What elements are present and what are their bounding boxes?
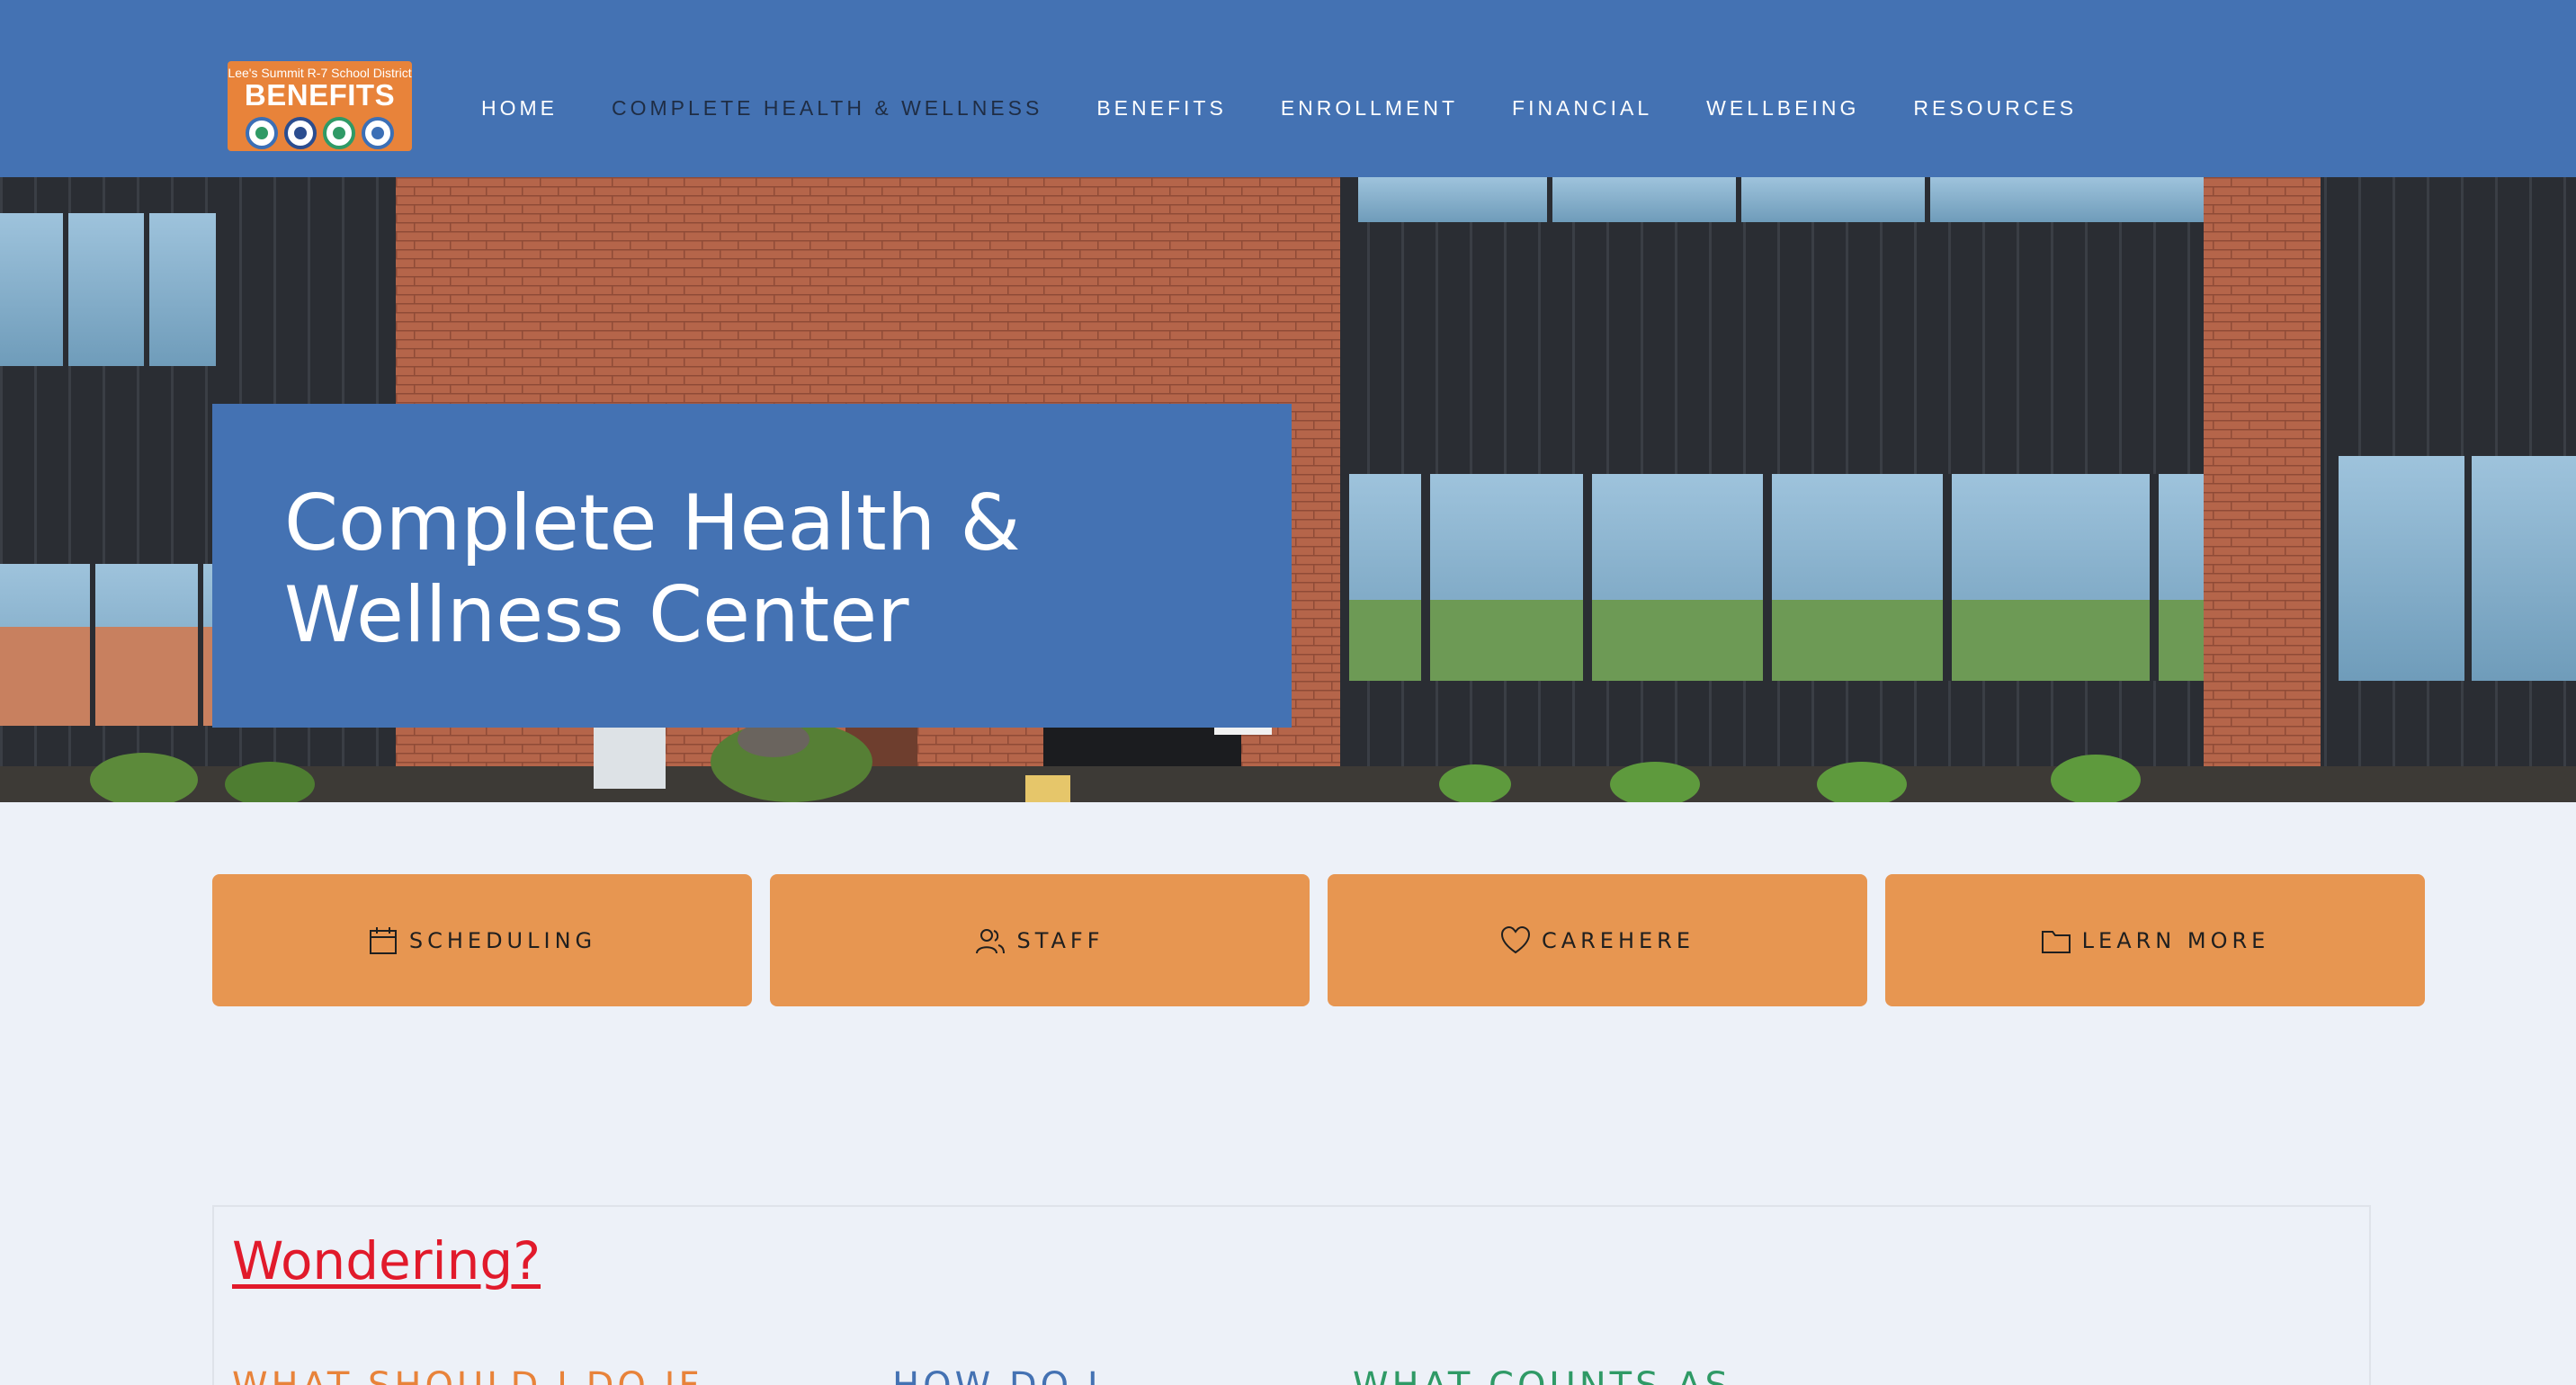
folder-icon: [2041, 930, 2071, 953]
nav-complete-health-wellness[interactable]: COMPLETE HEALTH & WELLNESS: [612, 90, 1042, 126]
faq-what-counts-as[interactable]: WHAT COUNTS AS: [1353, 1365, 1731, 1385]
benefits-logo[interactable]: Lee's Summit R-7 School District BENEFIT…: [228, 61, 412, 151]
nav-benefits[interactable]: BENEFITS: [1096, 90, 1226, 126]
wondering-panel: Wondering? WHAT SHOULD I DO IF HOW DO I …: [212, 1205, 2371, 1385]
nav-resources[interactable]: RESOURCES: [1913, 90, 2077, 126]
learn-more-button[interactable]: LEARN MORE: [1885, 874, 2425, 1006]
logo-heart-icon: [284, 117, 317, 149]
logo-shield-icon: [362, 117, 394, 149]
hero-banner: Complete Health & Wellness Center: [0, 177, 2576, 802]
scheduling-button[interactable]: SCHEDULING: [212, 874, 752, 1006]
quick-links: SCHEDULING STAFF CAREHERE LEARN MORE: [212, 874, 2425, 1006]
wondering-title-link[interactable]: Wondering?: [232, 1230, 541, 1291]
learn-more-label: LEARN MORE: [2081, 927, 2270, 953]
logo-district-text: Lee's Summit R-7 School District: [228, 66, 412, 80]
logo-family-icon: [246, 117, 278, 149]
people-icon: [976, 928, 1006, 953]
nav-wellbeing[interactable]: WELLBEING: [1706, 90, 1859, 126]
carehere-label: CAREHERE: [1541, 927, 1695, 953]
site-header: Lee's Summit R-7 School District BENEFIT…: [0, 0, 2576, 177]
carehere-button[interactable]: CAREHERE: [1328, 874, 1867, 1006]
faq-what-should-i-do-if[interactable]: WHAT SHOULD I DO IF: [232, 1365, 702, 1385]
logo-icons: [228, 117, 412, 149]
nav-enrollment[interactable]: ENROLLMENT: [1281, 90, 1458, 126]
nav-home[interactable]: HOME: [481, 90, 558, 126]
logo-brand-text: BENEFITS: [244, 78, 396, 112]
logo-piggybank-icon: [323, 117, 355, 149]
staff-label: STAFF: [1016, 927, 1105, 953]
calendar-icon: [369, 926, 397, 954]
scheduling-label: SCHEDULING: [408, 927, 597, 953]
hero-title-box: Complete Health & Wellness Center: [212, 404, 1292, 728]
page-title: Complete Health & Wellness Center: [284, 478, 1021, 660]
main-nav: HOME COMPLETE HEALTH & WELLNESS BENEFITS…: [481, 90, 2131, 126]
heart-icon: [1500, 925, 1530, 953]
nav-financial[interactable]: FINANCIAL: [1512, 90, 1652, 126]
staff-button[interactable]: STAFF: [770, 874, 1310, 1006]
faq-how-do-i[interactable]: HOW DO I: [892, 1365, 1102, 1385]
